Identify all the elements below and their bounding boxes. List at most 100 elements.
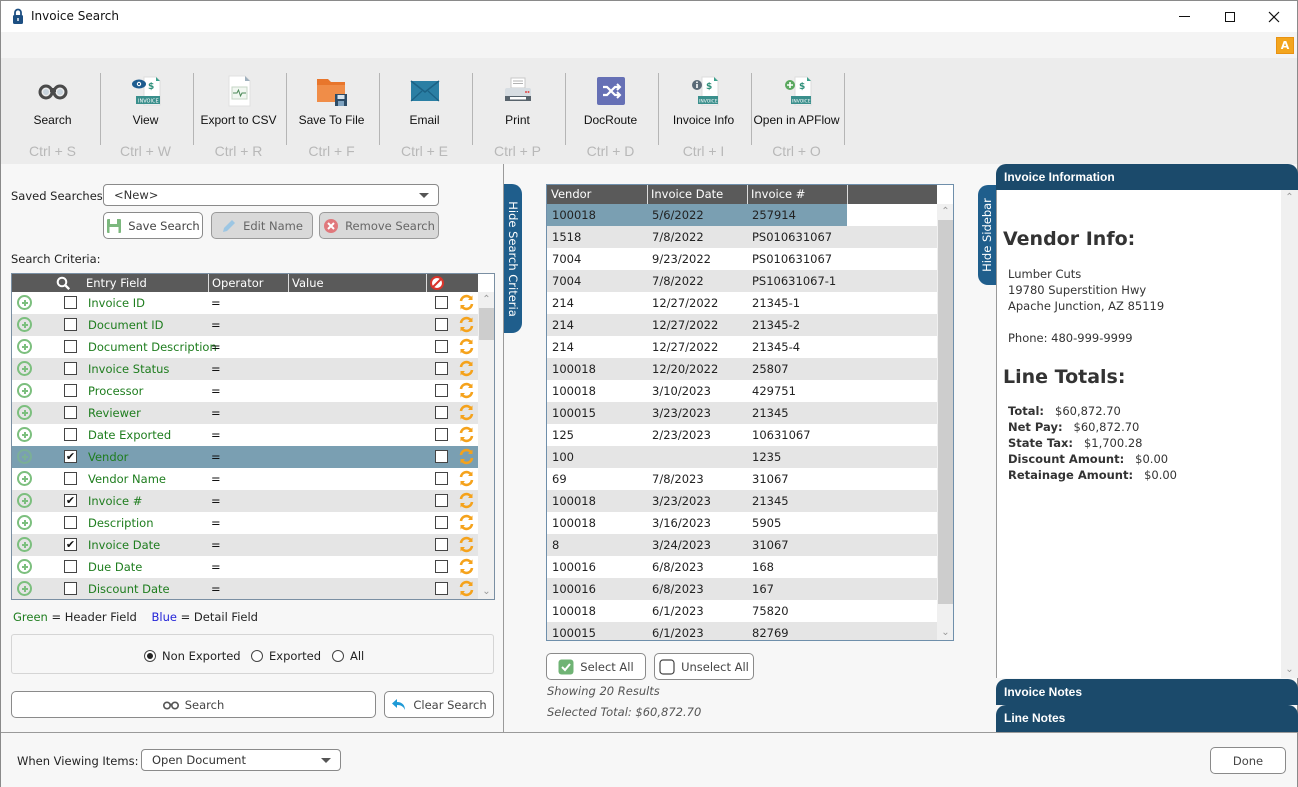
hide-sidebar-tab[interactable]: Hide Sidebar (978, 185, 996, 285)
scroll-up-icon[interactable]: ⌃ (478, 292, 494, 308)
scroll-thumb[interactable] (938, 220, 953, 604)
reset-criteria-icon[interactable] (458, 338, 475, 355)
operator-value[interactable]: = (211, 538, 221, 552)
results-scrollbar[interactable]: ⌃ ⌄ (937, 204, 953, 640)
invoice-notes-header[interactable]: Invoice Notes (996, 679, 1298, 705)
hide-search-criteria-tab[interactable]: Hide Search Criteria (504, 184, 522, 333)
line-notes-header[interactable]: Line Notes (996, 705, 1298, 732)
column-value[interactable]: Value (292, 276, 324, 290)
result-row[interactable]: 100018 3/23/2023 21345 (547, 490, 937, 512)
result-row[interactable]: 100015 3/23/2023 21345 (547, 402, 937, 424)
toolbar-export-csv-button[interactable]: Export to CSV Ctrl + R (192, 58, 285, 164)
reset-criteria-icon[interactable] (458, 382, 475, 399)
operator-value[interactable]: = (211, 296, 221, 310)
include-checkbox[interactable] (64, 582, 77, 595)
reset-criteria-icon[interactable] (458, 492, 475, 509)
app-badge-icon[interactable]: A (1276, 37, 1294, 54)
criteria-row[interactable]: Description = (12, 512, 478, 534)
include-checkbox[interactable] (64, 560, 77, 573)
clear-search-button[interactable]: Clear Search (384, 691, 494, 718)
criteria-scrollbar[interactable]: ⌃ ⌄ (478, 292, 494, 599)
operator-value[interactable]: = (211, 472, 221, 486)
result-row[interactable]: 100018 12/20/2022 25807 (547, 358, 937, 380)
toolbar-docroute-button[interactable]: DocRoute Ctrl + D (564, 58, 657, 164)
radio-non-exported[interactable]: Non Exported (144, 649, 241, 663)
reset-criteria-icon[interactable] (458, 316, 475, 333)
criteria-row[interactable]: Invoice Status = (12, 358, 478, 380)
column-operator[interactable]: Operator (212, 276, 263, 290)
exclude-checkbox[interactable] (435, 582, 448, 595)
exclude-checkbox[interactable] (435, 296, 448, 309)
add-criteria-icon[interactable] (17, 383, 32, 398)
include-checkbox[interactable] (64, 384, 77, 397)
add-criteria-icon[interactable] (17, 427, 32, 442)
column-vendor[interactable]: Vendor (551, 187, 591, 201)
add-criteria-icon[interactable] (17, 537, 32, 552)
reset-criteria-icon[interactable] (458, 448, 475, 465)
reset-criteria-icon[interactable] (458, 580, 475, 597)
operator-value[interactable]: = (211, 582, 221, 596)
select-all-button[interactable]: Select All (546, 653, 646, 680)
include-checkbox[interactable] (64, 340, 77, 353)
result-row[interactable]: 100018 3/10/2023 429751 (547, 380, 937, 402)
operator-value[interactable]: = (211, 450, 221, 464)
result-row[interactable]: 100016 6/8/2023 167 (547, 578, 937, 600)
result-row[interactable]: 214 12/27/2022 21345-4 (547, 336, 937, 358)
result-row[interactable]: 7004 7/8/2022 PS10631067-1 (547, 270, 937, 292)
saved-searches-dropdown[interactable]: <New> (103, 184, 439, 206)
operator-value[interactable]: = (211, 494, 221, 508)
add-criteria-icon[interactable] (17, 295, 32, 310)
include-checkbox[interactable]: ✔ (64, 494, 77, 507)
exclude-checkbox[interactable] (435, 362, 448, 375)
invoice-information-header[interactable]: Invoice Information (996, 164, 1298, 190)
operator-value[interactable]: = (211, 428, 221, 442)
close-button[interactable] (1251, 1, 1297, 32)
search-icon[interactable] (56, 276, 71, 291)
unselect-all-button[interactable]: Unselect All (654, 653, 754, 680)
search-button[interactable]: Search (11, 691, 376, 718)
include-checkbox[interactable] (64, 318, 77, 331)
criteria-row[interactable]: ✔ Invoice # = (12, 490, 478, 512)
column-invoice-date[interactable]: Invoice Date (651, 187, 723, 201)
exclude-checkbox[interactable] (435, 538, 448, 551)
scroll-thumb[interactable] (479, 308, 494, 340)
criteria-row[interactable]: Reviewer = (12, 402, 478, 424)
reset-criteria-icon[interactable] (458, 294, 475, 311)
operator-value[interactable]: = (211, 340, 221, 354)
toolbar-view-button[interactable]: $ INVOICE View Ctrl + W (99, 58, 192, 164)
reset-criteria-icon[interactable] (458, 470, 475, 487)
criteria-row[interactable]: Due Date = (12, 556, 478, 578)
criteria-row[interactable]: Document ID = (12, 314, 478, 336)
include-checkbox[interactable]: ✔ (64, 450, 77, 463)
result-row[interactable]: 100016 6/8/2023 168 (547, 556, 937, 578)
include-checkbox[interactable] (64, 406, 77, 419)
maximize-button[interactable] (1207, 1, 1253, 32)
exclude-checkbox[interactable] (435, 494, 448, 507)
criteria-row[interactable]: Invoice ID = (12, 292, 478, 314)
add-criteria-icon[interactable] (17, 559, 32, 574)
exclude-checkbox[interactable] (435, 384, 448, 397)
operator-value[interactable]: = (211, 516, 221, 530)
include-checkbox[interactable] (64, 296, 77, 309)
operator-value[interactable]: = (211, 560, 221, 574)
reset-criteria-icon[interactable] (458, 536, 475, 553)
column-invoice-number[interactable]: Invoice # (751, 187, 805, 201)
reset-criteria-icon[interactable] (458, 558, 475, 575)
radio-exported[interactable]: Exported (251, 649, 321, 663)
minimize-button[interactable] (1161, 1, 1207, 32)
reset-criteria-icon[interactable] (458, 360, 475, 377)
radio-all[interactable]: All (332, 649, 364, 663)
add-criteria-icon[interactable] (17, 361, 32, 376)
reset-criteria-icon[interactable] (458, 514, 475, 531)
toolbar-open-apflow-button[interactable]: $ INVOICE Open in APFlow Ctrl + O (750, 58, 843, 164)
include-checkbox[interactable] (64, 362, 77, 375)
exclude-checkbox[interactable] (435, 428, 448, 441)
include-checkbox[interactable] (64, 472, 77, 485)
remove-search-button[interactable]: Remove Search (319, 212, 439, 239)
operator-value[interactable]: = (211, 384, 221, 398)
when-viewing-dropdown[interactable]: Open Document (141, 749, 341, 771)
result-row[interactable]: 1518 7/8/2022 PS010631067 (547, 226, 937, 248)
add-criteria-icon[interactable] (17, 405, 32, 420)
reset-criteria-icon[interactable] (458, 404, 475, 421)
criteria-row[interactable]: Discount Date = (12, 578, 478, 599)
